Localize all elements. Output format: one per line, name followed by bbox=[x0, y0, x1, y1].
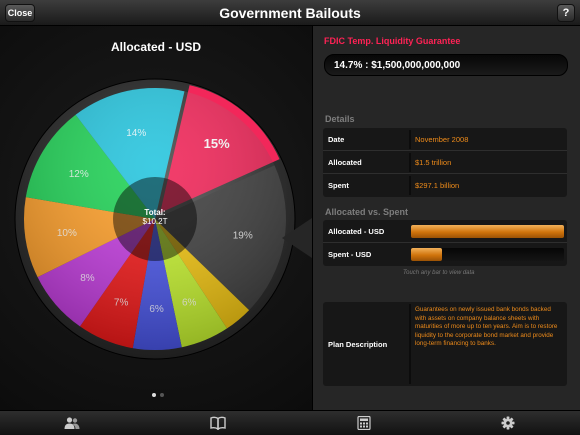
program-value: 14.7% : $1,500,000,000,000 bbox=[324, 54, 568, 76]
program-title: FDIC Temp. Liquidity Guarantee bbox=[324, 36, 461, 46]
app-title: Government Bailouts bbox=[219, 5, 361, 21]
table-row: Spent $297.1 billion bbox=[323, 174, 567, 197]
bar-label: Spent - USD bbox=[328, 250, 372, 259]
plan-description: Plan Description Guarantees on newly iss… bbox=[323, 302, 567, 386]
page-dot[interactable] bbox=[152, 393, 156, 397]
pie-panel: Allocated - USD 15%19%6%6%7%8%10%12%14% … bbox=[0, 26, 312, 410]
row-divider bbox=[409, 130, 411, 149]
compare-table: Allocated - USD Spent - USD bbox=[323, 220, 567, 266]
row-value: $297.1 billion bbox=[415, 181, 460, 190]
book-icon[interactable] bbox=[210, 416, 226, 430]
top-bar: Close Government Bailouts ? bbox=[0, 0, 580, 26]
details-table: Date November 2008 Allocated $1.5 trilli… bbox=[323, 128, 567, 197]
table-row: Date November 2008 bbox=[323, 128, 567, 151]
spent-bar[interactable] bbox=[411, 248, 564, 261]
row-divider bbox=[409, 153, 411, 172]
row-value: $1.5 trillion bbox=[415, 158, 452, 167]
table-row: Allocated $1.5 trillion bbox=[323, 151, 567, 174]
row-label: Allocated bbox=[328, 158, 362, 167]
tab-bar bbox=[0, 410, 580, 435]
row-label: Date bbox=[328, 135, 345, 144]
people-icon[interactable] bbox=[64, 416, 80, 430]
row-value: November 2008 bbox=[415, 135, 469, 144]
detail-panel: FDIC Temp. Liquidity Guarantee 14.7% : $… bbox=[312, 26, 580, 410]
page-indicator[interactable] bbox=[150, 384, 166, 402]
row-divider bbox=[409, 304, 411, 384]
bar-fill bbox=[411, 225, 564, 238]
help-button[interactable]: ? bbox=[557, 4, 575, 22]
calculator-icon[interactable] bbox=[356, 416, 372, 430]
plan-text: Guarantees on newly issued bank bonds ba… bbox=[415, 306, 558, 348]
gear-icon[interactable] bbox=[500, 416, 516, 430]
page-dot[interactable] bbox=[160, 393, 164, 397]
pie-center-value: $10.2T bbox=[143, 217, 168, 226]
row-divider bbox=[409, 176, 411, 195]
pie-chart[interactable]: 15%19%6%6%7%8%10%12%14% Total: $10.2T bbox=[0, 26, 312, 410]
bar-fill bbox=[411, 248, 442, 261]
pie-center-label: Total: bbox=[144, 208, 165, 217]
plan-label: Plan Description bbox=[328, 340, 388, 349]
allocated-bar[interactable] bbox=[411, 225, 564, 238]
row-label: Spent bbox=[328, 181, 349, 190]
bar-hint: Touch any bar to view data bbox=[403, 270, 475, 276]
compare-heading: Allocated vs. Spent bbox=[325, 207, 409, 217]
table-row[interactable]: Spent - USD bbox=[323, 243, 567, 266]
details-heading: Details bbox=[325, 114, 355, 124]
table-row[interactable]: Allocated - USD bbox=[323, 220, 567, 243]
bar-label: Allocated - USD bbox=[328, 227, 385, 236]
